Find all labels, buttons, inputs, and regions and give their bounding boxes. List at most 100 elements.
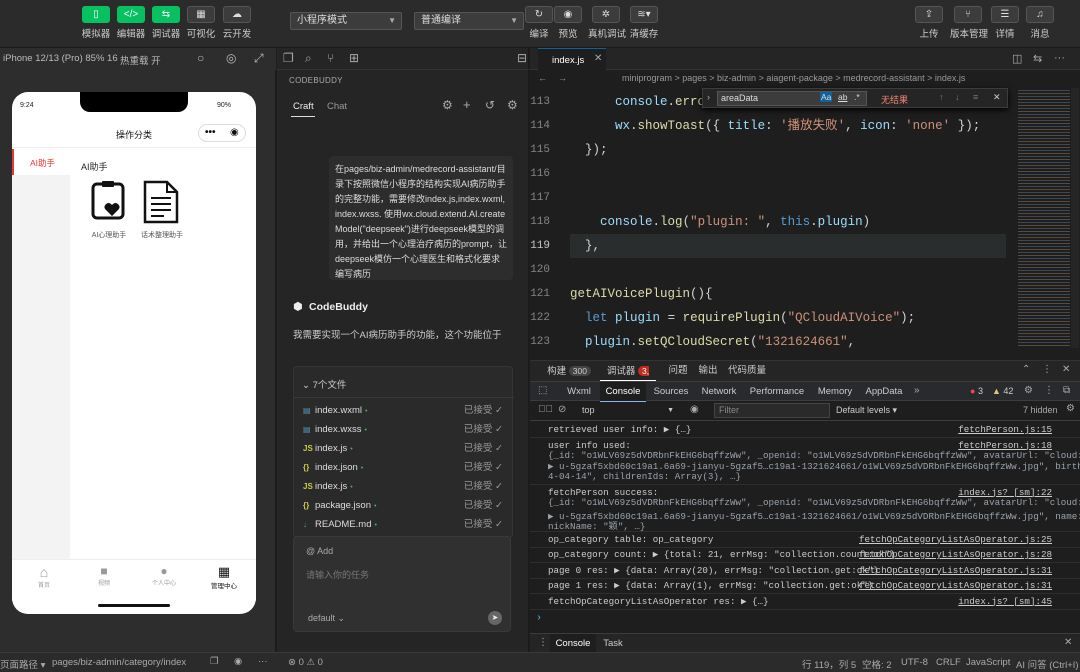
file-row[interactable]: ▤ index.wxml • 已接受 ✓ bbox=[303, 401, 503, 420]
previous-match-icon[interactable]: ↑ bbox=[939, 92, 944, 102]
next-match-icon[interactable]: ↓ bbox=[955, 92, 960, 102]
add-context-button[interactable]: @ Add bbox=[306, 546, 333, 556]
files-header[interactable]: ⌄ 7个文件 bbox=[302, 377, 346, 391]
code-area[interactable]: 113 console.error(114 wx.showToast({ tit… bbox=[530, 90, 1006, 352]
console-message[interactable]: page 0 res: ▶ {data: Array(20), errMsg: … bbox=[548, 565, 1070, 576]
line-ending[interactable]: CRLF bbox=[936, 657, 961, 668]
drawer-tab-console[interactable]: Console bbox=[550, 634, 596, 654]
console-message[interactable]: op_category table: op_category fetchOpCat… bbox=[548, 534, 1070, 545]
console-prompt[interactable]: › bbox=[536, 613, 542, 624]
match-case-icon[interactable]: Aa bbox=[820, 92, 833, 102]
page-path[interactable]: pages/biz-admin/category/index bbox=[52, 657, 186, 668]
add-icon[interactable]: + bbox=[463, 97, 471, 112]
log-levels-select[interactable]: Default levels ▾ bbox=[836, 405, 897, 416]
drawer-menu-icon[interactable]: ⋮ bbox=[538, 637, 548, 648]
nav-back-icon[interactable]: ← bbox=[538, 73, 547, 83]
code-line[interactable]: let plugin = requirePlugin("QCloudAIVoic… bbox=[570, 306, 915, 330]
scrollbar[interactable] bbox=[1071, 88, 1079, 348]
console-message[interactable]: retrieved user info: ▶ {…} fetchPerson.js… bbox=[548, 424, 1070, 435]
task-input-box[interactable]: @ Add 请输入你的任务 default ⌄ ➤ bbox=[293, 536, 511, 632]
console-source-link[interactable]: index.js? [sm]:45 bbox=[958, 596, 1052, 607]
more-icon[interactable]: ⋮ bbox=[1044, 385, 1054, 396]
cloud-dev-button[interactable]: ☁ 云开发 bbox=[219, 6, 255, 40]
console-message[interactable]: op_category count: ▶ {total: 21, errMsg:… bbox=[548, 549, 1070, 560]
task-input-placeholder[interactable]: 请输入你的任务 bbox=[306, 568, 369, 581]
code-line[interactable]: console.error( bbox=[570, 90, 720, 114]
regex-icon[interactable]: .* bbox=[854, 92, 860, 102]
settings-icon[interactable]: ⚙ bbox=[442, 98, 453, 112]
compile-mode-select[interactable]: 普通编译 ▼ bbox=[414, 12, 524, 30]
language-mode[interactable]: JavaScript bbox=[966, 657, 1010, 668]
console-source-link[interactable]: fetchPerson.js:18 bbox=[958, 440, 1052, 451]
file-row[interactable]: JS index.js • 已接受 ✓ bbox=[303, 439, 503, 458]
close-icon[interactable]: ✕ bbox=[1062, 364, 1070, 375]
breadcrumb-path[interactable]: miniprogram > pages > biz-admin > aiagen… bbox=[622, 73, 965, 83]
tab-code-quality[interactable]: 代码质量 bbox=[726, 361, 768, 381]
console-message[interactable]: fetchPerson success: index.js? [sm]:22 bbox=[548, 487, 1070, 498]
devtab-performance[interactable]: Performance bbox=[746, 382, 808, 402]
drawer-tab-task[interactable]: Task bbox=[598, 634, 628, 654]
card-script-organizer[interactable]: 话术整理助手 bbox=[134, 180, 190, 240]
tab-debugger[interactable]: 调试器 3, 42 bbox=[600, 361, 656, 397]
minimap[interactable] bbox=[1018, 88, 1070, 348]
record-icon[interactable]: ◎ bbox=[226, 51, 236, 65]
search-icon[interactable]: ⌕ bbox=[305, 51, 312, 66]
capsule-menu[interactable]: ••• ◉ bbox=[198, 124, 246, 142]
console-message[interactable]: user info used: fetchPerson.js:18 bbox=[548, 440, 1070, 451]
sidebar-item-ai[interactable]: AI助手 bbox=[12, 149, 70, 175]
version-management-button[interactable]: ⑂ 版本管理 bbox=[950, 6, 988, 40]
preview-button[interactable]: ◉ 预览 bbox=[550, 6, 586, 40]
fullscreen-icon[interactable]: ⤢ bbox=[254, 51, 264, 66]
more-actions-icon[interactable]: ··· bbox=[1054, 52, 1065, 64]
compare-icon[interactable]: ⇆ bbox=[1033, 52, 1042, 65]
cursor-position[interactable]: 行 119，列 5 bbox=[802, 657, 856, 671]
problems-count[interactable]: ⊗ 0 ⚠ 0 bbox=[288, 657, 323, 668]
console-source-link[interactable]: fetchOpCategoryListAsOperator.js:31 bbox=[859, 565, 1052, 576]
console-message[interactable]: fetchOpCategoryListAsOperator res: ▶ {…}… bbox=[548, 596, 1070, 607]
code-line[interactable]: console.log("plugin: ", this.plugin) bbox=[570, 210, 870, 234]
more-icon[interactable]: ··· bbox=[258, 656, 268, 667]
extensions-icon[interactable]: ⊞ bbox=[349, 51, 359, 65]
split-icon[interactable]: ◫ bbox=[1012, 52, 1022, 65]
gear-icon[interactable]: ⚙ bbox=[507, 98, 518, 112]
visualize-toggle-button[interactable]: ▦ 可视化 bbox=[183, 6, 219, 40]
console-message[interactable]: ▶ u-5gzaf5xbd60c19a1.6a69-jianyu-5gzaf5…… bbox=[548, 461, 1080, 472]
ai-assistant[interactable]: AI 问答 (Ctrl+I) bbox=[1016, 657, 1079, 671]
real-device-debug-button[interactable]: ✲ 真机调试 bbox=[588, 6, 626, 40]
mode-select[interactable]: 小程序模式 ▼ bbox=[290, 12, 402, 30]
copy-path-icon[interactable]: ❐ bbox=[210, 656, 219, 667]
devtab-network[interactable]: Network bbox=[698, 382, 740, 402]
file-row[interactable]: JS index.js • 已接受 ✓ bbox=[303, 477, 503, 496]
upload-button[interactable]: ⇪ 上传 bbox=[911, 6, 947, 40]
find-in-selection-icon[interactable]: ≡ bbox=[973, 92, 978, 102]
code-line[interactable]: getAIVoicePlugin(){ bbox=[570, 282, 713, 306]
simulator-toggle-button[interactable]: ▯ 模拟器 bbox=[78, 6, 114, 40]
tab-admin[interactable]: ▦ 管理中心 bbox=[204, 564, 244, 590]
close-capsule-icon[interactable]: ◉ bbox=[230, 125, 239, 140]
console-source-link[interactable]: fetchPerson.js:15 bbox=[958, 424, 1052, 435]
nav-forward-icon[interactable]: → bbox=[558, 73, 567, 83]
whole-word-icon[interactable]: ab bbox=[838, 92, 847, 102]
clear-cache-button[interactable]: ≋▾ 清缓存 bbox=[626, 6, 662, 40]
tab-home[interactable]: ⌂ 首页 bbox=[24, 564, 64, 589]
indent-setting[interactable]: 空格: 2 bbox=[862, 657, 892, 671]
rotate-icon[interactable]: ○ bbox=[197, 51, 204, 65]
debugger-toggle-button[interactable]: ⇆ 调试器 bbox=[148, 6, 184, 40]
history-icon[interactable]: ↺ bbox=[485, 98, 495, 112]
devtab-wxml[interactable]: Wxml bbox=[562, 382, 596, 402]
sidebar-toggle-icon[interactable]: ▶⃞ bbox=[538, 404, 553, 415]
error-count[interactable]: ● 3 bbox=[970, 386, 983, 396]
more-tabs-icon[interactable]: » bbox=[914, 385, 920, 396]
hot-reload-toggle[interactable]: 热重载 开 bbox=[120, 53, 161, 67]
toggle-replace-icon[interactable]: › bbox=[707, 92, 710, 102]
close-drawer-icon[interactable]: ✕ bbox=[1064, 637, 1072, 648]
console-source-link[interactable]: fetchOpCategoryListAsOperator.js:31 bbox=[859, 580, 1052, 591]
live-expression-icon[interactable]: ◉ bbox=[690, 404, 699, 415]
warning-count[interactable]: ▲ 42 bbox=[992, 386, 1013, 396]
context-select[interactable]: top ▼ bbox=[578, 403, 678, 418]
clear-console-icon[interactable]: ⊘ bbox=[558, 404, 566, 415]
console-settings-icon[interactable]: ⚙ bbox=[1066, 403, 1075, 414]
code-line[interactable]: }); bbox=[570, 138, 608, 162]
tab-problems[interactable]: 问题 bbox=[664, 361, 692, 381]
preview-page-icon[interactable]: ◉ bbox=[234, 656, 242, 667]
